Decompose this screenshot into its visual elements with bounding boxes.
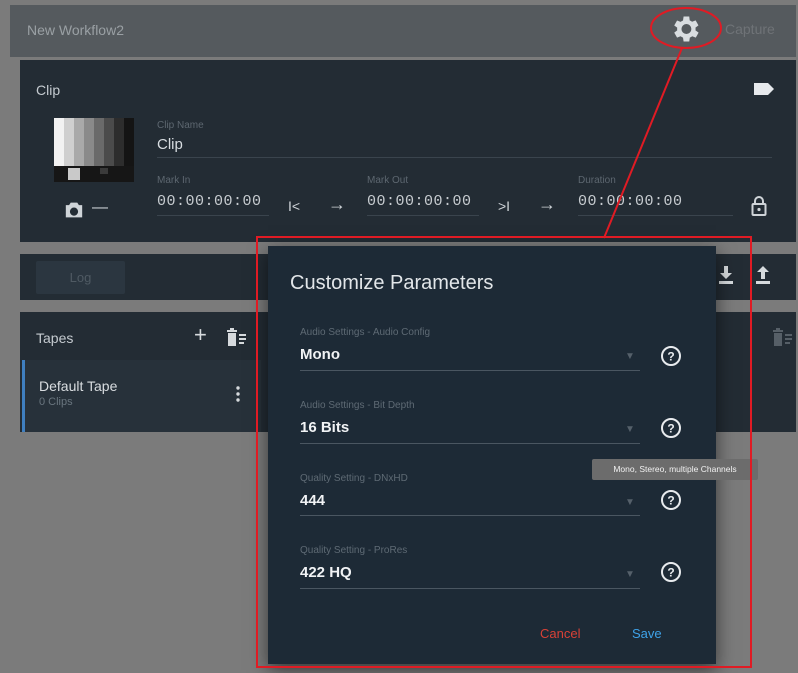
tape-name: Default Tape xyxy=(39,378,118,394)
set-mark-out-button[interactable]: → xyxy=(538,194,556,215)
go-to-end-button[interactable]: >I xyxy=(498,198,510,214)
workflow-title: New Workflow2 xyxy=(27,22,124,38)
duration-underline xyxy=(578,215,733,216)
mark-out-label: Mark Out xyxy=(367,175,409,186)
tapes-section-title: Tapes xyxy=(36,330,74,346)
mark-out-field[interactable]: 00:00:00:00 xyxy=(367,193,472,210)
mark-in-label: Mark In xyxy=(157,175,191,186)
mark-in-field[interactable]: 00:00:00:00 xyxy=(157,193,262,210)
remove-thumbnail-button[interactable]: — xyxy=(92,199,108,217)
duration-field[interactable]: 00:00:00:00 xyxy=(578,193,683,210)
lock-icon[interactable] xyxy=(751,196,767,216)
delete-icon[interactable] xyxy=(772,328,792,346)
gear-icon[interactable] xyxy=(668,12,702,46)
add-tape-button[interactable]: + xyxy=(194,322,207,348)
tag-icon[interactable] xyxy=(754,83,774,95)
clip-name-underline xyxy=(157,157,772,158)
more-vert-icon[interactable] xyxy=(236,386,240,402)
mark-out-underline xyxy=(367,215,479,216)
upload-icon[interactable] xyxy=(756,266,770,284)
go-to-start-button[interactable]: I< xyxy=(288,198,300,214)
tape-clip-count: 0 Clips xyxy=(39,396,73,408)
clip-name-field[interactable]: Clip xyxy=(157,136,183,153)
capture-button[interactable]: Capture xyxy=(725,21,775,37)
delete-icon[interactable] xyxy=(226,328,246,346)
clip-section-title: Clip xyxy=(36,82,61,98)
annotation-rectangle xyxy=(256,236,752,668)
camera-icon[interactable] xyxy=(64,201,84,219)
mark-in-underline xyxy=(157,215,269,216)
log-button[interactable]: Log xyxy=(36,261,125,294)
duration-label: Duration xyxy=(578,175,616,186)
set-mark-in-button[interactable]: → xyxy=(328,194,346,215)
clip-name-label: Clip Name xyxy=(157,120,204,131)
clip-thumbnail xyxy=(54,118,134,182)
